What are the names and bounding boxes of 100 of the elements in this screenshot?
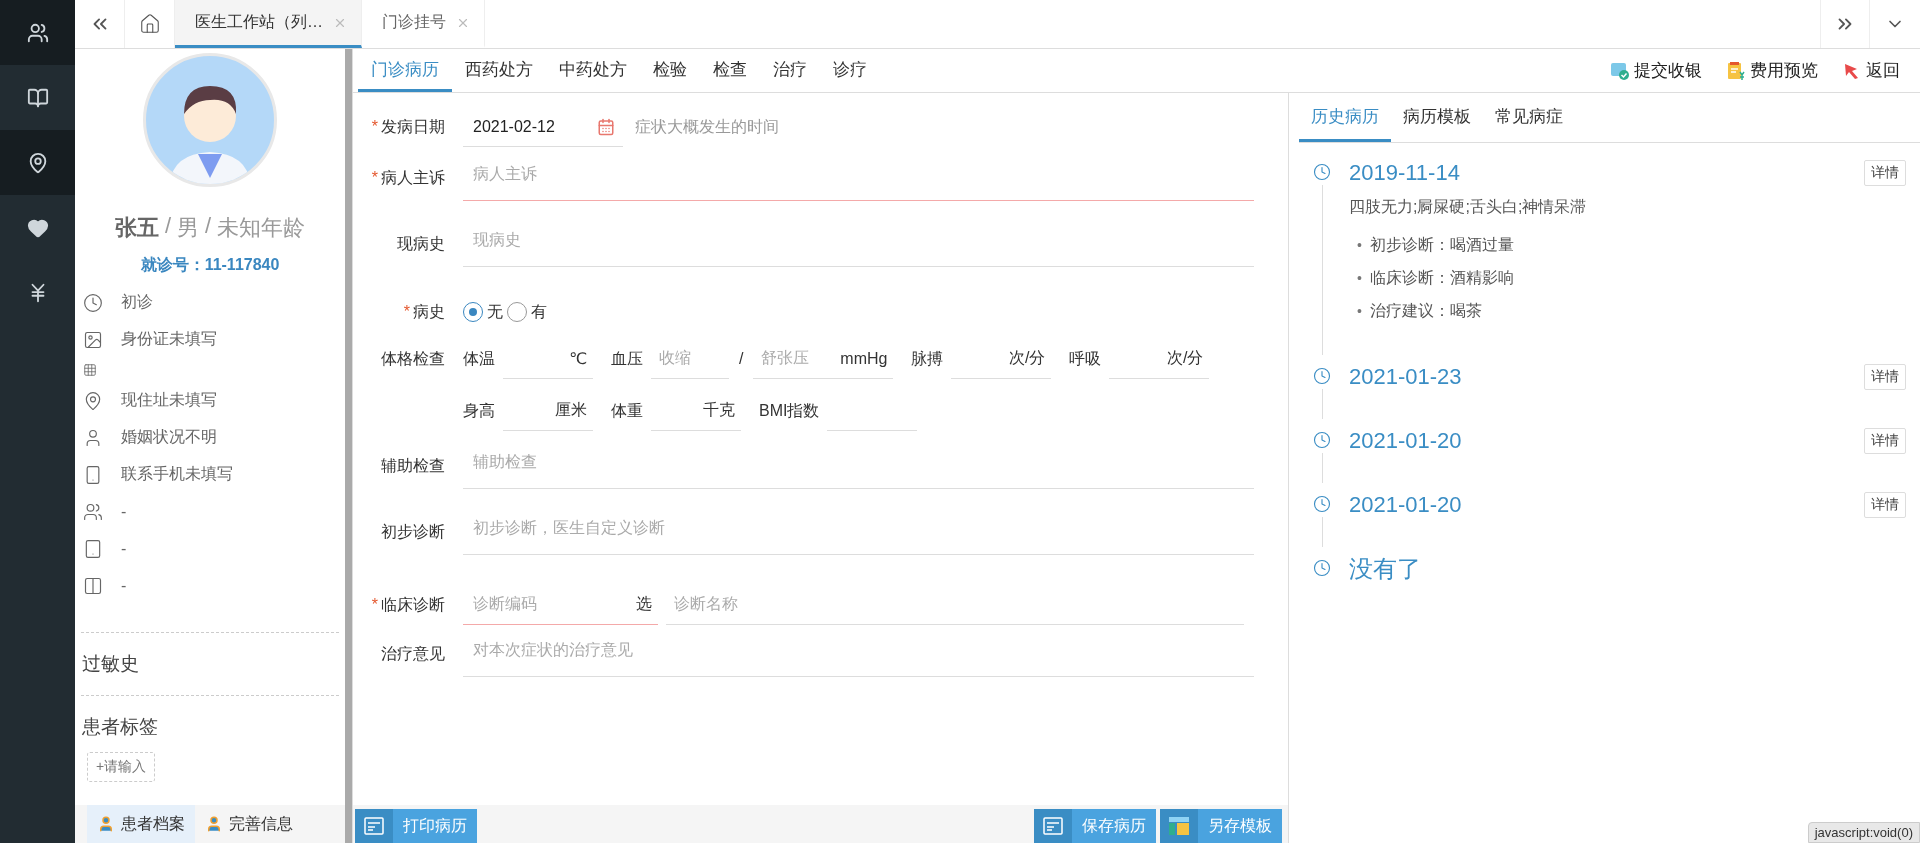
field-label: * 临床诊断 bbox=[370, 594, 446, 615]
vital-field[interactable]: 次/分 bbox=[1109, 339, 1210, 379]
user-icon bbox=[205, 815, 223, 833]
text-field[interactable]: 病人主诉 bbox=[463, 157, 1254, 201]
record-summary: 四肢无力;屙屎硬;舌头白;神情呆滞 bbox=[1349, 197, 1588, 217]
toolbar-button[interactable]: 费用预览 bbox=[1714, 59, 1830, 82]
vital-label: 体重 bbox=[611, 400, 643, 421]
separator-text: / bbox=[739, 350, 744, 368]
side-tab[interactable]: 常见病症 bbox=[1483, 93, 1575, 142]
location-pin-icon bbox=[83, 390, 103, 411]
form-tab[interactable]: 诊疗 bbox=[820, 49, 880, 92]
record-date[interactable]: 2019-11-14 bbox=[1349, 160, 1460, 186]
nav-item[interactable] bbox=[0, 0, 75, 65]
form-tab[interactable]: 中药处方 bbox=[546, 49, 640, 92]
side-tab[interactable]: 病历模板 bbox=[1391, 93, 1483, 142]
end-of-list-text: 没有了 bbox=[1349, 554, 1421, 584]
template-icon bbox=[1160, 809, 1198, 843]
patient-action-button[interactable]: 患者档案 bbox=[87, 805, 195, 843]
clock-icon bbox=[1313, 431, 1331, 449]
book-icon bbox=[26, 86, 49, 109]
users-icon bbox=[83, 501, 103, 522]
patient-age: 未知年龄 bbox=[217, 214, 306, 242]
page-tab[interactable]: 医生工作站（列… bbox=[175, 0, 362, 48]
date-field[interactable]: 2021-02-12 bbox=[463, 107, 623, 147]
vital-label: 身高 bbox=[463, 400, 495, 421]
record-detail: 初步诊断：喝酒过量 bbox=[1369, 234, 1514, 255]
radio-option[interactable]: 无 bbox=[463, 301, 503, 323]
field-label: * 病人主诉 bbox=[370, 168, 446, 188]
field-label: 体格检查 bbox=[380, 349, 446, 369]
tag-input[interactable]: +请输入 bbox=[87, 752, 156, 782]
vital-label: 血压 bbox=[611, 348, 643, 369]
record-detail: 临床诊断：酒精影响 bbox=[1369, 267, 1514, 288]
vital-field[interactable]: 次/分 bbox=[951, 339, 1052, 379]
record-detail: 治疗建议：喝茶 bbox=[1369, 300, 1482, 321]
scrollbar[interactable] bbox=[345, 49, 352, 843]
patient-action-button[interactable]: 完善信息 bbox=[195, 805, 303, 843]
vital-field[interactable]: ℃ bbox=[503, 339, 593, 379]
info-text: 婚姻状况不明 bbox=[121, 427, 217, 447]
info-text: 联系手机未填写 bbox=[121, 464, 233, 484]
text-field[interactable]: 对本次症状的治疗意见 bbox=[463, 633, 1254, 677]
details-button[interactable]: 详情 bbox=[1864, 428, 1906, 454]
radio-option[interactable]: 有 bbox=[507, 301, 547, 323]
image-icon bbox=[83, 329, 103, 350]
field-label: 现病史 bbox=[396, 234, 446, 254]
field-label: 辅助检查 bbox=[380, 456, 446, 476]
patient-sex: 男 bbox=[177, 214, 199, 242]
info-text: - bbox=[121, 502, 127, 521]
field-label: * 发病日期 bbox=[370, 116, 446, 137]
vital-field[interactable]: 厘米 bbox=[503, 391, 593, 431]
form-tab[interactable]: 检验 bbox=[640, 49, 700, 92]
side-tab[interactable]: 历史病历 bbox=[1299, 93, 1391, 142]
info-text: - bbox=[121, 539, 127, 558]
record-date[interactable]: 2021-01-20 bbox=[1349, 492, 1462, 518]
separator-text: / bbox=[205, 213, 212, 240]
text-field[interactable]: 初步诊断，医生自定义诊断 bbox=[463, 511, 1254, 555]
bullet-mark: • bbox=[1357, 301, 1362, 321]
vital-label: BMI指数 bbox=[759, 400, 820, 421]
clock-icon bbox=[1313, 163, 1331, 181]
calendar-icon bbox=[597, 117, 615, 136]
bullet-mark: • bbox=[1357, 268, 1362, 288]
home-icon bbox=[138, 13, 161, 35]
vital-label: 脉搏 bbox=[911, 348, 944, 369]
field-label: 治疗意见 bbox=[380, 644, 446, 664]
details-button[interactable]: 详情 bbox=[1864, 364, 1906, 390]
users-icon bbox=[26, 21, 49, 44]
diastolic-field[interactable]: 舒张压 mmHg bbox=[753, 339, 894, 379]
section-title: 过敏史 bbox=[81, 652, 140, 676]
patient-name: 张五 bbox=[114, 214, 159, 242]
nav-item[interactable] bbox=[0, 130, 75, 195]
status-url: javascript:void(0) bbox=[1807, 822, 1920, 843]
tablet-icon bbox=[83, 538, 103, 559]
clock-icon bbox=[1313, 367, 1331, 385]
details-button[interactable]: 详情 bbox=[1864, 160, 1906, 186]
section-title: 患者标签 bbox=[81, 715, 159, 739]
clock-icon bbox=[1313, 559, 1331, 577]
text-field[interactable]: 现病史 bbox=[463, 223, 1254, 267]
vital-field[interactable]: 千克 bbox=[651, 391, 741, 431]
separator-text: / bbox=[164, 213, 171, 240]
info-text: 现住址未填写 bbox=[121, 390, 217, 410]
toolbar-button[interactable]: 提交收银 bbox=[1598, 59, 1714, 82]
details-button[interactable]: 详情 bbox=[1864, 492, 1906, 518]
form-tab[interactable]: 治疗 bbox=[760, 49, 820, 92]
bill-icon bbox=[1726, 60, 1746, 81]
bullet-mark: • bbox=[1357, 235, 1362, 255]
user-icon bbox=[97, 815, 115, 833]
visit-number: 就诊号：11-117840 bbox=[140, 255, 280, 275]
form-tab[interactable]: 西药处方 bbox=[452, 49, 546, 92]
toolbar-button[interactable]: 返回 bbox=[1830, 59, 1912, 82]
text-field[interactable]: 辅助检查 bbox=[463, 445, 1254, 489]
scroll-right-button[interactable] bbox=[1820, 0, 1870, 48]
vital-label: 呼吸 bbox=[1069, 348, 1102, 369]
info-text: 身份证未填写 bbox=[121, 329, 217, 349]
record-date[interactable]: 2021-01-23 bbox=[1349, 364, 1462, 390]
calendar-grid-icon bbox=[83, 363, 97, 377]
form-tab[interactable]: 门诊病历 bbox=[358, 49, 452, 92]
card-icon bbox=[83, 575, 103, 596]
record-date[interactable]: 2021-01-20 bbox=[1349, 428, 1462, 454]
clock-icon bbox=[83, 292, 103, 313]
code-field[interactable]: 诊断编码 选 bbox=[463, 585, 658, 625]
form-tab[interactable]: 检查 bbox=[700, 49, 760, 92]
